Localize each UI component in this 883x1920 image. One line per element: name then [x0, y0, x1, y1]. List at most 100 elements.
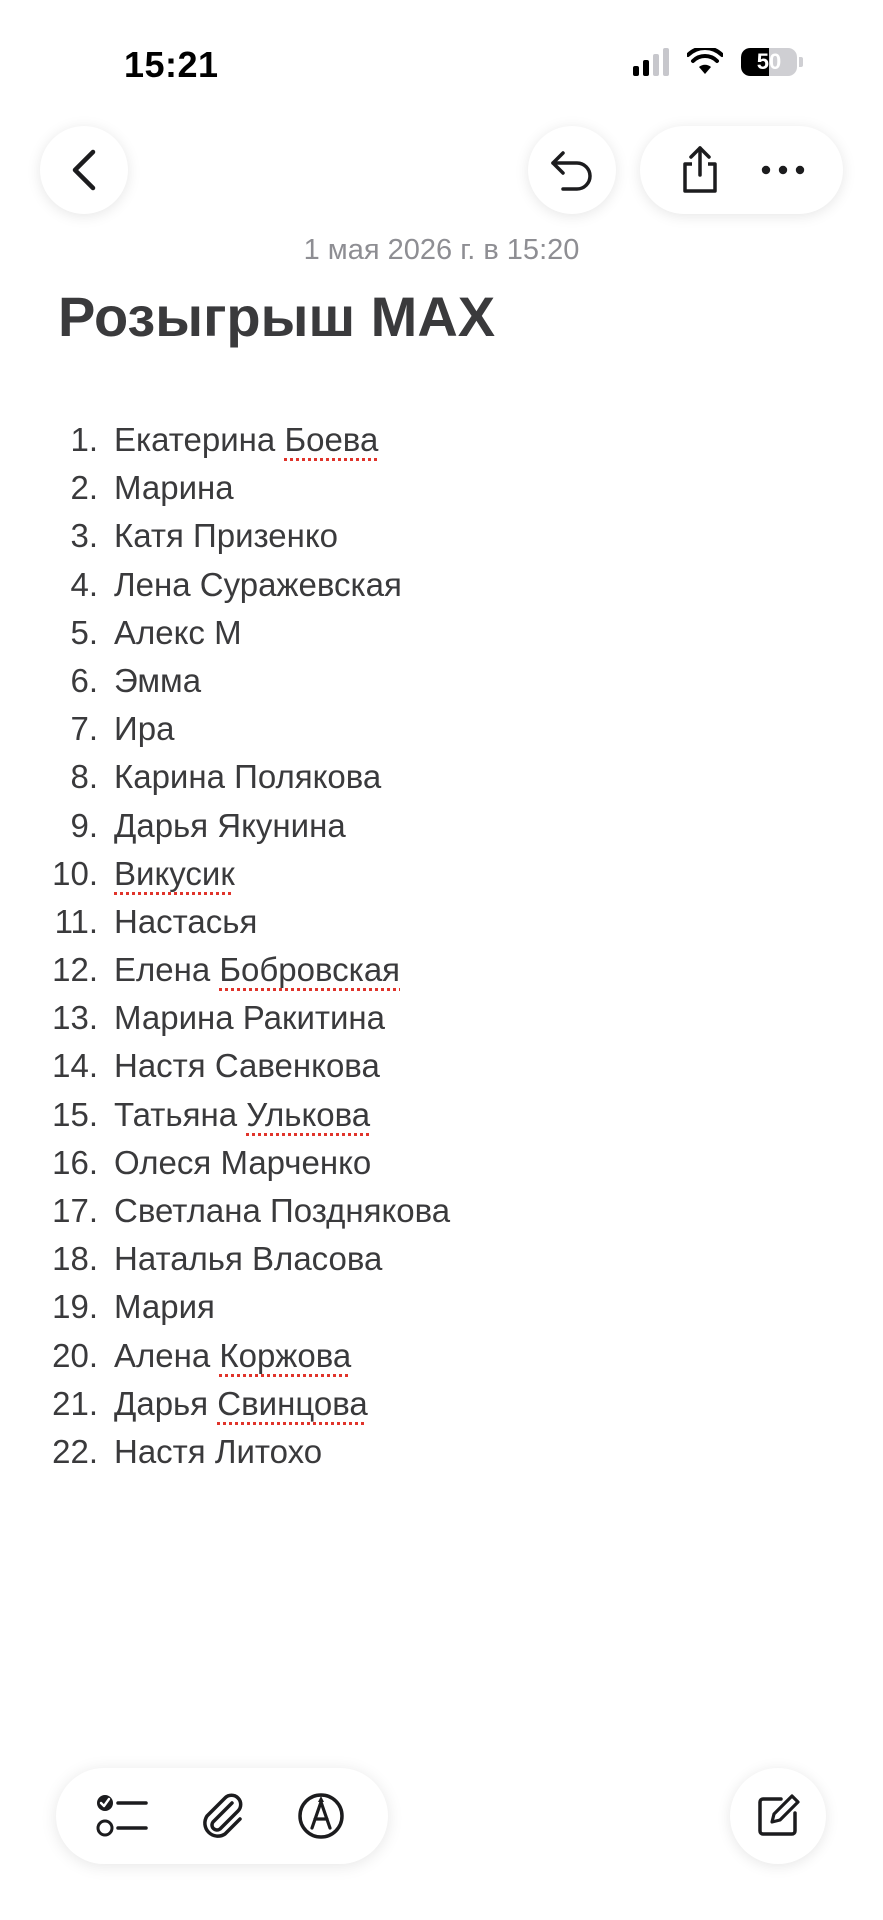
list-item[interactable]: 21. Дарья Свинцова	[0, 1380, 450, 1428]
list-item-name: Алена Коржова	[114, 1332, 351, 1380]
compose-icon	[758, 1794, 800, 1836]
battery-cap	[799, 57, 803, 67]
first-name: Татьяна	[114, 1095, 238, 1133]
last-name: Савенкова	[214, 1047, 380, 1085]
status-time: 15:21	[124, 44, 219, 85]
list-item-name: Настя Савенкова	[114, 1042, 380, 1090]
last-name: Боева	[284, 421, 379, 458]
list-item[interactable]: 13. Марина Ракитина	[0, 994, 450, 1042]
attach-button[interactable]	[192, 1786, 252, 1846]
list-item[interactable]: 14. Настя Савенкова	[0, 1042, 450, 1090]
list-item[interactable]: 3. Катя Призенко	[0, 512, 450, 560]
list-item[interactable]: 18. Наталья Власова	[0, 1235, 450, 1283]
list-item[interactable]: 10. Викусик	[0, 850, 450, 898]
list-item[interactable]: 20. Алена Коржова	[0, 1332, 450, 1380]
list-item-name: Викусик	[114, 850, 235, 898]
list-item-name: Светлана Позднякова	[114, 1187, 450, 1235]
share-button[interactable]	[670, 140, 730, 200]
more-button[interactable]	[753, 140, 813, 200]
last-name: Призенко	[193, 517, 339, 555]
battery-level: 50	[756, 49, 782, 74]
list-item-name: Татьяна Улькова	[114, 1091, 370, 1139]
last-name: Власова	[252, 1240, 383, 1278]
list-item-name: Настасья	[114, 898, 257, 946]
first-name: Елена	[114, 951, 211, 989]
list-item[interactable]: 11. Настасья	[0, 898, 450, 946]
checklist-button[interactable]	[93, 1786, 153, 1846]
first-name: Дарья	[114, 806, 209, 844]
list-item-number: 16.	[52, 1143, 98, 1181]
first-name: Эмма	[114, 661, 202, 699]
list-item-number: 15.	[52, 1095, 98, 1133]
list-item-number: 20.	[52, 1336, 98, 1374]
list-item-number: 1.	[70, 421, 98, 458]
list-item-number: 13.	[52, 999, 98, 1037]
list-item-number: 10.	[52, 854, 98, 892]
first-name: Мария	[114, 1288, 215, 1326]
last-name: М	[214, 613, 242, 651]
list-item-number: 18.	[52, 1240, 98, 1278]
list-item[interactable]: 19. Мария	[0, 1283, 450, 1331]
list-item-number: 21.	[52, 1384, 98, 1422]
last-name: Якунина	[217, 806, 346, 844]
last-name: Ракитина	[242, 999, 386, 1037]
list-item-number: 19.	[52, 1288, 98, 1326]
list-item-number: 22.	[52, 1432, 98, 1470]
paperclip-icon	[203, 1793, 243, 1838]
list-item-name: Марина Ракитина	[114, 994, 385, 1042]
list-item[interactable]: 15. Татьяна Улькова	[0, 1091, 450, 1139]
first-name: Карина	[114, 758, 225, 796]
last-name: Улькова	[246, 1095, 371, 1133]
list-item-number: 8.	[70, 758, 98, 796]
undo-button[interactable]	[528, 126, 616, 214]
note-date: 1 мая 2026 г. в 15:20	[303, 234, 580, 266]
list-item[interactable]: 2. Марина	[0, 464, 450, 512]
list-item-name: Алекс М	[114, 609, 242, 657]
new-note-button[interactable]	[730, 1768, 826, 1864]
list-item[interactable]: 17. Светлана Позднякова	[0, 1187, 450, 1235]
list-item-name: Екатерина Боева	[114, 416, 378, 464]
list-item-number: 2.	[70, 469, 98, 507]
first-name: Алена	[114, 1336, 211, 1374]
last-name: Коржова	[219, 1336, 352, 1374]
list-item-name: Настя Литохо	[114, 1428, 322, 1476]
list-item[interactable]: 12. Елена Бобровская	[0, 946, 450, 994]
list-item-name: Ира	[114, 705, 174, 753]
cellular-signal-icon	[633, 48, 669, 76]
last-name: Суражевская	[199, 565, 402, 603]
list-item[interactable]: 16. Олеся Марченко	[0, 1139, 450, 1187]
list-item-number: 7.	[70, 710, 98, 748]
note-title[interactable]: Розыгрыш MAX	[58, 284, 495, 349]
list-item-name: Наталья Власова	[114, 1235, 382, 1283]
markup-button[interactable]	[291, 1786, 351, 1846]
first-name: Олеся	[114, 1143, 212, 1181]
list-item[interactable]: 8. Карина Полякова	[0, 753, 450, 801]
last-name: Свинцова	[217, 1384, 368, 1422]
list-item[interactable]: 22. Настя Литохо	[0, 1428, 450, 1476]
last-name: Марченко	[220, 1143, 372, 1181]
list-item-name: Мария	[114, 1283, 215, 1331]
list-item[interactable]: 4. Лена Суражевская	[0, 561, 450, 609]
list-item[interactable]: 6. Эмма	[0, 657, 450, 705]
undo-icon	[551, 151, 592, 191]
list-item[interactable]: 7. Ира	[0, 705, 450, 753]
status-bar: 15:21 50	[0, 0, 883, 130]
pen-markup-icon	[297, 1793, 344, 1839]
first-name: Настасья	[114, 902, 258, 940]
share-icon	[683, 146, 717, 193]
first-name: Настя	[114, 1432, 206, 1470]
list-item-name: Елена Бобровская	[114, 946, 400, 994]
back-button[interactable]	[40, 126, 128, 214]
battery-icon: 50	[741, 48, 797, 76]
list-item[interactable]: 5. Алекс М	[0, 609, 450, 657]
first-name: Ира	[114, 710, 175, 748]
first-name: Марина	[114, 999, 234, 1037]
wifi-icon	[687, 48, 723, 74]
first-name: Марина	[114, 469, 234, 507]
first-name: Дарья	[114, 1384, 209, 1422]
list-item-number: 9.	[70, 806, 98, 844]
note-actions-group	[640, 126, 843, 214]
list-item[interactable]: 9. Дарья Якунина	[0, 802, 450, 850]
list-item[interactable]: 1. Екатерина Боева	[0, 416, 450, 464]
note-list[interactable]: 1. Екатерина Боева 2. Марина 3. Катя Призенко…	[0, 416, 450, 1476]
